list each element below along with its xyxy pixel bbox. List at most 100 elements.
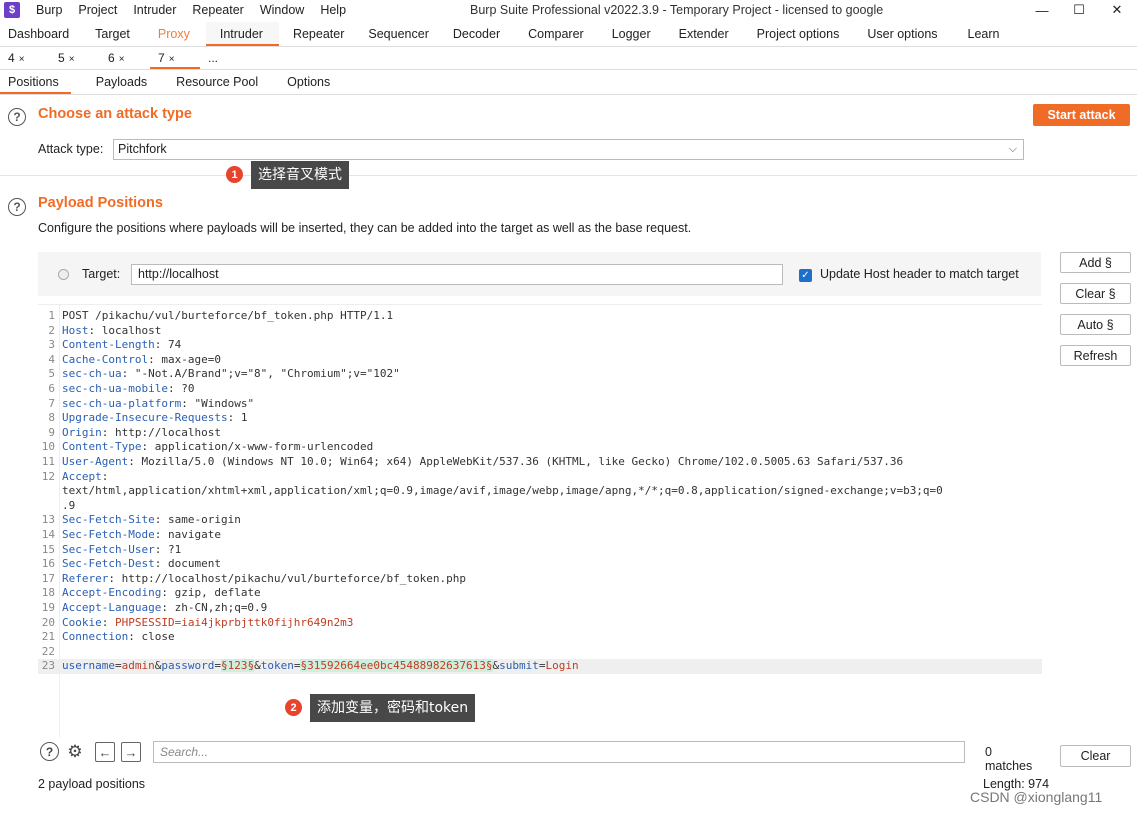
line-number: 10: [41, 440, 55, 454]
tab-payloads[interactable]: Payloads: [87, 71, 159, 94]
line-content: Origin: http://localhost: [62, 425, 221, 439]
request-line: 10 Content-Type: application/x-www-form-u…: [38, 440, 1042, 455]
menu-burp[interactable]: Burp: [28, 0, 70, 20]
tab-learn[interactable]: Learn: [952, 22, 1012, 46]
tab-options[interactable]: Options: [278, 71, 342, 94]
attack-type-select[interactable]: Pitchfork ⌵: [113, 139, 1024, 160]
request-line: 6 sec-ch-ua-mobile: ?0: [38, 382, 1042, 397]
tab-decoder[interactable]: Decoder: [441, 22, 514, 46]
attack-tab-label: 7: [158, 51, 165, 65]
line-content: Referer: http://localhost/pikachu/vul/bu…: [62, 571, 466, 585]
menu-repeater[interactable]: Repeater: [184, 0, 251, 20]
request-line: 1 POST /pikachu/vul/burteforce/bf_token.p…: [38, 309, 1042, 324]
start-attack-button[interactable]: Start attack: [1033, 104, 1130, 126]
search-input[interactable]: Search...: [153, 741, 965, 763]
request-line: 12 Accept:: [38, 470, 1042, 485]
request-line: 8 Upgrade-Insecure-Requests: 1: [38, 411, 1042, 426]
line-number: 7: [48, 396, 55, 410]
payload-marker: §31592664ee0bc45488982637613§: [300, 659, 493, 673]
close-tab-icon[interactable]: ×: [19, 54, 25, 65]
tab-intruder[interactable]: Intruder: [205, 22, 279, 46]
attack-tab-5[interactable]: 5 ×: [50, 48, 100, 69]
tab-dashboard[interactable]: Dashboard: [0, 22, 81, 46]
update-host-checkbox[interactable]: ✓: [799, 269, 812, 282]
attack-tab-6[interactable]: 6 ×: [100, 48, 150, 69]
tab-proxy[interactable]: Proxy: [142, 22, 206, 46]
line-content: .9: [62, 498, 76, 512]
line-content: username=admin&password=§123§&token=§315…: [62, 659, 579, 673]
new-attack-tab[interactable]: ...: [200, 48, 250, 69]
tab-logger[interactable]: Logger: [598, 22, 665, 46]
request-line: 16 Sec-Fetch-Dest: document: [38, 557, 1042, 572]
line-content: Accept-Language: zh-CN,zh;q=0.9: [62, 601, 268, 614]
menu-intruder[interactable]: Intruder: [125, 0, 184, 20]
request-line: 22: [38, 645, 1042, 660]
tab-positions[interactable]: Positions: [0, 71, 71, 94]
tab-user-options[interactable]: User options: [853, 22, 951, 46]
line-number: 11: [41, 455, 55, 468]
request-line: 15 Sec-Fetch-User: ?1: [38, 543, 1042, 558]
attack-tab-label: 4: [8, 51, 15, 65]
attack-tab-bar: 4 × 5 × 6 × 7 × ...: [0, 48, 1137, 70]
line-content: Accept-Encoding: gzip, deflate: [62, 586, 261, 600]
payload-positions-description: Configure the positions where payloads w…: [38, 221, 692, 235]
tab-sequencer[interactable]: Sequencer: [358, 22, 440, 46]
close-tab-icon[interactable]: ×: [69, 54, 75, 65]
close-tab-icon[interactable]: ×: [119, 54, 125, 65]
update-host-label: Update Host header to match target: [820, 267, 1019, 281]
close-icon[interactable]: ✕: [1099, 0, 1135, 20]
attack-tab-label: 5: [58, 51, 65, 65]
line-content: sec-ch-ua: "-Not.A/Brand";v="8", "Chromi…: [62, 367, 400, 381]
auto-marker-button[interactable]: Auto §: [1060, 314, 1131, 335]
maximize-icon[interactable]: ☐: [1061, 0, 1097, 20]
line-number: 3: [48, 338, 55, 352]
line-number: 16: [41, 557, 55, 571]
line-content: text/html,application/xhtml+xml,applicat…: [62, 484, 943, 498]
attack-tab-4[interactable]: 4 ×: [0, 48, 50, 69]
request-line: 9 Origin: http://localhost: [38, 426, 1042, 441]
burp-logo-icon: $: [4, 2, 20, 18]
attack-tab-7[interactable]: 7 ×: [150, 48, 200, 69]
target-row: Target: http://localhost ✓ Update Host h…: [38, 252, 1041, 296]
target-label: Target:: [82, 267, 121, 281]
line-content: POST /pikachu/vul/burteforce/bf_token.ph…: [62, 309, 394, 322]
help-icon[interactable]: ?: [8, 108, 26, 126]
request-editor[interactable]: 1 POST /pikachu/vul/burteforce/bf_token.p…: [38, 304, 1042, 737]
request-line: 2 Host: localhost: [38, 324, 1042, 339]
request-line: 18 Accept-Encoding: gzip, deflate: [38, 586, 1042, 601]
add-marker-button[interactable]: Add §: [1060, 252, 1131, 273]
tab-target[interactable]: Target: [81, 22, 142, 46]
tab-resource-pool[interactable]: Resource Pool: [167, 71, 270, 94]
payload-marker: §123§: [220, 659, 255, 673]
line-content: sec-ch-ua-platform: "Windows": [62, 396, 255, 410]
line-content: sec-ch-ua-mobile: ?0: [62, 382, 195, 395]
arrow-right-icon[interactable]: →: [121, 742, 141, 762]
line-content: Sec-Fetch-Site: same-origin: [62, 513, 241, 527]
target-input[interactable]: http://localhost: [131, 264, 783, 285]
tab-extender[interactable]: Extender: [665, 22, 743, 46]
line-content: Cookie: PHPSESSID=iai4jkprbjttk0fijhr649…: [62, 615, 354, 629]
tab-repeater[interactable]: Repeater: [279, 22, 358, 46]
help-icon[interactable]: ?: [40, 742, 59, 761]
close-tab-icon[interactable]: ×: [169, 54, 175, 65]
menu-project[interactable]: Project: [70, 0, 125, 20]
tab-comparer[interactable]: Comparer: [514, 22, 598, 46]
help-icon[interactable]: ?: [8, 198, 26, 216]
request-line: 3 Content-Length: 74: [38, 338, 1042, 353]
line-content: Sec-Fetch-Mode: navigate: [62, 528, 221, 541]
clear-search-button[interactable]: Clear: [1060, 745, 1131, 767]
menu-window[interactable]: Window: [252, 0, 312, 20]
tab-project-options[interactable]: Project options: [743, 22, 854, 46]
line-number: 15: [41, 542, 55, 556]
line-number: 18: [41, 586, 55, 600]
annotation-callout: 添加变量，密码和token: [310, 694, 476, 722]
minimize-icon[interactable]: —: [1024, 0, 1060, 20]
gear-icon[interactable]: ⚙: [65, 742, 85, 762]
clear-marker-button[interactable]: Clear §: [1060, 283, 1131, 304]
line-number: 14: [41, 528, 55, 541]
search-bar: ? ⚙ ← → Search... 0 matches: [38, 740, 1042, 773]
main-tab-bar: Dashboard Target Proxy Intruder Repeater…: [0, 22, 1137, 47]
menu-help[interactable]: Help: [312, 0, 354, 20]
arrow-left-icon[interactable]: ←: [95, 742, 115, 762]
refresh-button[interactable]: Refresh: [1060, 345, 1131, 366]
